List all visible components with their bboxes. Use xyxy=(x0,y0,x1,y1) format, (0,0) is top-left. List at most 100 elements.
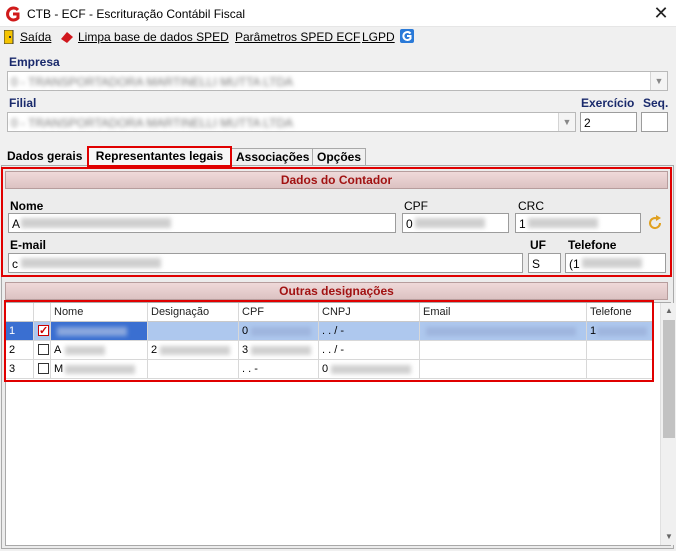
cell-designacao[interactable] xyxy=(148,322,239,341)
seq-input[interactable] xyxy=(641,112,668,132)
nome-label: Nome xyxy=(10,199,44,213)
checkbox-unchecked-icon[interactable] xyxy=(38,363,49,374)
exit-door-icon xyxy=(4,30,14,44)
limpa-base-button[interactable]: Limpa base de dados SPED xyxy=(60,30,229,44)
col-cnpj-header[interactable]: CNPJ xyxy=(319,303,420,322)
crc-value: 1 xyxy=(519,217,526,231)
designacoes-grid[interactable]: Nome Designação CPF CNPJ Email Telefone … xyxy=(5,302,676,546)
email-value: c xyxy=(12,257,18,271)
redacted-text xyxy=(251,346,311,355)
cell-telefone[interactable] xyxy=(587,360,654,379)
cell-nome-value: M xyxy=(54,363,64,375)
cell-designacao[interactable]: 2 xyxy=(148,341,239,360)
checkbox-checked-icon[interactable] xyxy=(38,322,49,340)
app-logo-icon xyxy=(6,6,20,22)
cell-nome[interactable]: A xyxy=(51,341,148,360)
table-row[interactable]: 1 0 . . / - 1 xyxy=(6,322,654,341)
limpa-base-label: Limpa base de dados SPED xyxy=(78,30,229,44)
redacted-text xyxy=(65,365,135,374)
cell-cpf[interactable]: 0 xyxy=(239,322,319,341)
redacted-text xyxy=(251,327,311,336)
redacted-text xyxy=(57,327,127,336)
exercicio-input[interactable]: 2 xyxy=(580,112,637,132)
redacted-text xyxy=(426,327,576,336)
exercicio-label: Exercício xyxy=(581,96,635,110)
redacted-text xyxy=(65,346,105,355)
crc-label: CRC xyxy=(518,199,544,213)
col-designacao-header[interactable]: Designação xyxy=(148,303,239,322)
cell-nome[interactable] xyxy=(51,322,148,341)
vertical-scrollbar[interactable]: ▲ ▼ xyxy=(660,303,676,545)
scroll-down-icon[interactable]: ▼ xyxy=(661,529,676,545)
redacted-text xyxy=(597,327,647,336)
eraser-icon xyxy=(61,32,73,43)
col-cpf-header[interactable]: CPF xyxy=(239,303,319,322)
crc-input[interactable]: 1 xyxy=(515,213,641,233)
row-checkbox[interactable] xyxy=(34,322,51,341)
redacted-text xyxy=(21,258,161,268)
cell-cpf[interactable]: . . - xyxy=(239,360,319,379)
cpf-label: CPF xyxy=(404,199,428,213)
redacted-text xyxy=(415,218,485,228)
telefone-input[interactable]: (1 xyxy=(565,253,666,273)
uf-input[interactable]: S xyxy=(528,253,561,273)
refresh-icon[interactable] xyxy=(646,214,664,232)
empresa-select[interactable]: 0 - TRANSPORTADORA MARTINELLI MUTTA LTDA… xyxy=(7,71,668,91)
g-help-icon[interactable] xyxy=(400,29,414,43)
table-row[interactable]: 2 A 2 3 . . / - xyxy=(6,341,654,360)
tab-associacoes[interactable]: Associações xyxy=(231,148,315,166)
parametros-button[interactable]: Parâmetros SPED ECF xyxy=(235,30,360,44)
row-checkbox[interactable] xyxy=(34,360,51,379)
cell-cnpj-value: 0 xyxy=(322,363,329,375)
checkbox-unchecked-icon[interactable] xyxy=(38,344,49,355)
filial-label: Filial xyxy=(9,96,37,110)
chevron-down-icon[interactable]: ▼ xyxy=(558,113,575,131)
saida-button[interactable]: Saída xyxy=(4,30,51,44)
col-telefone-header[interactable]: Telefone xyxy=(587,303,654,322)
cell-telefone-value: 1 xyxy=(590,325,597,337)
cell-cnpj[interactable]: 0 xyxy=(319,360,420,379)
title-bar: CTB - ECF - Escrituração Contábil Fiscal… xyxy=(0,0,676,27)
cell-cnpj[interactable]: . . / - xyxy=(319,322,420,341)
filial-select[interactable]: 0 - TRANSPORTADORA MARTINELLI MUTTA LTDA… xyxy=(7,112,576,132)
cpf-value: 0 xyxy=(406,217,413,231)
grid-check-header xyxy=(34,303,51,322)
uf-value: S xyxy=(532,257,541,271)
tab-opcoes[interactable]: Opções xyxy=(312,148,367,166)
cell-email[interactable] xyxy=(420,341,587,360)
tab-representantes-legais[interactable]: Representantes legais xyxy=(87,146,232,167)
row-checkbox[interactable] xyxy=(34,341,51,360)
col-nome-header[interactable]: Nome xyxy=(51,303,148,322)
redacted-text xyxy=(528,218,598,228)
cell-designacao[interactable] xyxy=(148,360,239,379)
cell-cnpj[interactable]: . . / - xyxy=(319,341,420,360)
toolbar: Saída Limpa base de dados SPED Parâmetro… xyxy=(0,27,676,49)
cell-nome[interactable]: M xyxy=(51,360,148,379)
redacted-text xyxy=(331,365,411,374)
nome-value: A xyxy=(12,217,21,231)
close-button[interactable]: ✕ xyxy=(652,3,670,23)
empresa-value: 0 - TRANSPORTADORA MARTINELLI MUTTA LTDA xyxy=(11,75,294,89)
lgpd-button[interactable]: LGPD xyxy=(362,30,395,44)
table-row[interactable]: 3 M . . - 0 xyxy=(6,360,654,379)
cpf-input[interactable]: 0 xyxy=(402,213,509,233)
grid-corner xyxy=(6,303,34,322)
cell-cpf[interactable]: 3 xyxy=(239,341,319,360)
cell-telefone[interactable] xyxy=(587,341,654,360)
lgpd-label: LGPD xyxy=(362,30,395,44)
email-input[interactable]: c xyxy=(8,253,523,273)
cell-telefone[interactable]: 1 xyxy=(587,322,654,341)
tab-dados-gerais[interactable]: Dados gerais xyxy=(3,148,86,166)
cell-email[interactable] xyxy=(420,322,587,341)
chevron-down-icon[interactable]: ▼ xyxy=(650,72,667,90)
cell-email[interactable] xyxy=(420,360,587,379)
cell-cpf-value: 0 xyxy=(242,325,249,337)
seq-label: Seq. xyxy=(643,96,669,110)
row-number: 3 xyxy=(6,360,34,379)
scroll-thumb[interactable] xyxy=(663,320,675,438)
nome-input[interactable]: A xyxy=(8,213,396,233)
scroll-up-icon[interactable]: ▲ xyxy=(661,303,676,319)
cell-designacao-value: 2 xyxy=(151,344,158,356)
col-email-header[interactable]: Email xyxy=(420,303,587,322)
redacted-text xyxy=(160,346,230,355)
